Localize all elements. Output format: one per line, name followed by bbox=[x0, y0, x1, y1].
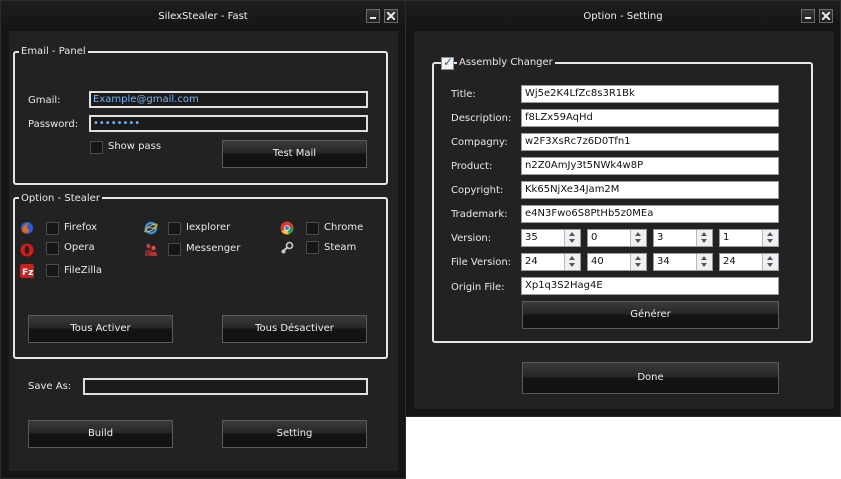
file-version-build-spinner[interactable]: 34 bbox=[653, 253, 713, 271]
trademark-label: Trademark: bbox=[451, 209, 508, 220]
setting-button[interactable]: Setting bbox=[222, 420, 367, 448]
origin-file-input[interactable]: Xp1q3S2Hag4E bbox=[521, 277, 779, 295]
file-version-label: File Version: bbox=[451, 257, 512, 268]
option-window-titlebar[interactable]: Option - Setting bbox=[406, 1, 840, 31]
company-input[interactable]: w2F3XsRc7z6D0Tfn1 bbox=[521, 133, 779, 151]
company-label: Compagny: bbox=[451, 137, 508, 148]
option-minimize-button[interactable] bbox=[801, 9, 815, 23]
version-label: Version: bbox=[451, 233, 492, 244]
steam-label: Steam bbox=[324, 242, 357, 253]
test-mail-button[interactable]: Test Mail bbox=[222, 140, 367, 168]
spinner-arrows-icon[interactable] bbox=[564, 254, 580, 270]
main-window-title: SilexStealer - Fast bbox=[158, 11, 248, 22]
generate-button[interactable]: Générer bbox=[522, 301, 779, 329]
chrome-label: Chrome bbox=[324, 222, 364, 233]
password-field[interactable]: •••••••• bbox=[89, 115, 368, 132]
spinner-arrows-icon[interactable] bbox=[762, 230, 778, 246]
firefox-icon bbox=[21, 222, 33, 234]
save-as-field[interactable] bbox=[83, 378, 368, 395]
spinner-value: 40 bbox=[591, 256, 604, 267]
version-build-spinner[interactable]: 3 bbox=[653, 229, 713, 247]
spinner-value: 24 bbox=[723, 256, 736, 267]
filezilla-checkbox[interactable] bbox=[46, 264, 59, 277]
build-button[interactable]: Build bbox=[28, 420, 173, 448]
spinner-arrows-icon[interactable] bbox=[762, 254, 778, 270]
messenger-checkbox[interactable] bbox=[168, 243, 181, 256]
product-label: Product: bbox=[451, 161, 493, 172]
password-label: Password: bbox=[28, 119, 79, 130]
file-version-minor-spinner[interactable]: 40 bbox=[587, 253, 647, 271]
filezilla-icon: Fz bbox=[20, 264, 34, 278]
description-input[interactable]: f8LZx59AqHd bbox=[521, 109, 779, 127]
activate-all-button[interactable]: Tous Activer bbox=[28, 315, 173, 343]
deactivate-all-button[interactable]: Tous Désactiver bbox=[222, 315, 367, 343]
opera-checkbox[interactable] bbox=[46, 242, 59, 255]
firefox-checkbox[interactable] bbox=[46, 222, 59, 235]
option-window: Option - Setting Assembly Changer Title:… bbox=[405, 0, 841, 417]
description-label: Description: bbox=[451, 113, 512, 124]
messenger-icon bbox=[145, 243, 157, 256]
product-input[interactable]: n2Z0AmJy3t5NWk4w8P bbox=[521, 157, 779, 175]
close-button[interactable] bbox=[384, 9, 398, 23]
chrome-icon bbox=[280, 221, 294, 235]
file-version-major-spinner[interactable]: 24 bbox=[521, 253, 581, 271]
spinner-value: 1 bbox=[723, 232, 730, 243]
close-icon bbox=[387, 12, 395, 20]
version-minor-spinner[interactable]: 0 bbox=[587, 229, 647, 247]
chrome-checkbox[interactable] bbox=[306, 222, 319, 235]
title-input[interactable]: Wj5e2K4LfZc8s3R1Bk bbox=[521, 85, 779, 103]
messenger-label: Messenger bbox=[186, 243, 241, 254]
spinner-arrows-icon[interactable] bbox=[696, 254, 712, 270]
spinner-arrows-icon[interactable] bbox=[630, 254, 646, 270]
assembly-changer-legend: Assembly Changer bbox=[457, 57, 555, 69]
version-major-spinner[interactable]: 35 bbox=[521, 229, 581, 247]
option-close-button[interactable] bbox=[819, 9, 833, 23]
firefox-label: Firefox bbox=[64, 222, 98, 233]
title-label: Title: bbox=[451, 89, 476, 100]
option-stealer-legend: Option - Stealer bbox=[19, 193, 102, 205]
spinner-value: 3 bbox=[657, 232, 664, 243]
opera-label: Opera bbox=[64, 242, 95, 253]
trademark-input[interactable]: e4N3Fwo6S8PtHb5z0MEa bbox=[521, 205, 779, 223]
spinner-arrows-icon[interactable] bbox=[564, 230, 580, 246]
spinner-value: 34 bbox=[657, 256, 670, 267]
minimize-button[interactable] bbox=[366, 9, 380, 23]
show-pass-label: Show pass bbox=[108, 141, 162, 152]
close-icon bbox=[822, 12, 830, 20]
spinner-arrows-icon[interactable] bbox=[696, 230, 712, 246]
iexplorer-checkbox[interactable] bbox=[168, 222, 181, 235]
opera-icon bbox=[20, 243, 34, 257]
main-window: SilexStealer - Fast Email - Panel Gmail:… bbox=[0, 0, 406, 479]
show-pass-checkbox[interactable] bbox=[90, 141, 103, 154]
copyright-label: Copyright: bbox=[451, 185, 504, 196]
iexplorer-label: Iexplorer bbox=[186, 222, 231, 233]
save-as-label: Save As: bbox=[28, 381, 72, 392]
option-window-title: Option - Setting bbox=[583, 11, 663, 22]
done-button[interactable]: Done bbox=[522, 362, 779, 394]
spinner-value: 0 bbox=[591, 232, 598, 243]
steam-icon bbox=[281, 241, 294, 254]
spinner-arrows-icon[interactable] bbox=[630, 230, 646, 246]
spinner-value: 35 bbox=[525, 232, 538, 243]
copyright-input[interactable]: Kk65NjXe34Jam2M bbox=[521, 181, 779, 199]
gmail-field[interactable]: Example@gmail.com bbox=[89, 91, 368, 108]
filezilla-label: FileZilla bbox=[64, 265, 103, 276]
gmail-label: Gmail: bbox=[28, 95, 61, 106]
version-revision-spinner[interactable]: 1 bbox=[719, 229, 779, 247]
email-panel-legend: Email - Panel bbox=[19, 46, 88, 58]
svg-text:Fz: Fz bbox=[22, 268, 33, 278]
steam-checkbox[interactable] bbox=[306, 241, 319, 254]
origin-file-label: Origin File: bbox=[451, 282, 505, 293]
file-version-revision-spinner[interactable]: 24 bbox=[719, 253, 779, 271]
main-window-titlebar[interactable]: SilexStealer - Fast bbox=[1, 1, 405, 31]
internet-explorer-icon bbox=[144, 221, 158, 235]
spinner-value: 24 bbox=[525, 256, 538, 267]
assembly-changer-checkbox[interactable] bbox=[441, 55, 454, 70]
